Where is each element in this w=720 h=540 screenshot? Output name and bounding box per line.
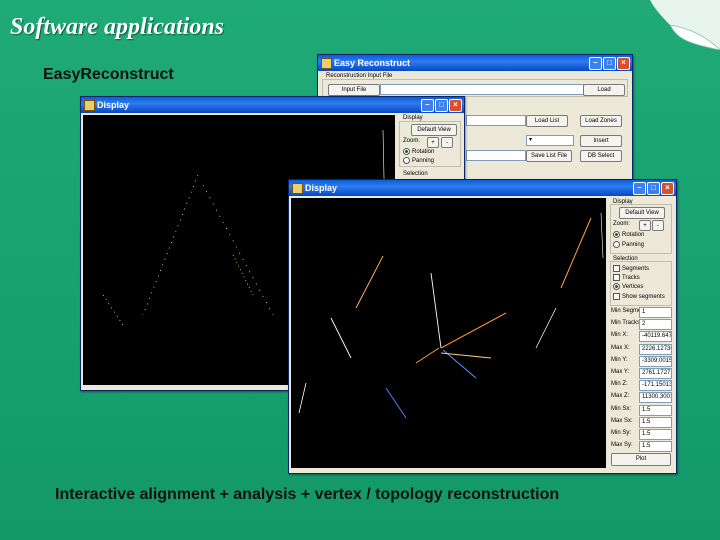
- field-label: Max Z:: [611, 393, 630, 400]
- field-value[interactable]: 11300.3001: [639, 392, 672, 404]
- field-value[interactable]: 1.5: [639, 429, 672, 440]
- field-label: Min X:: [611, 332, 629, 339]
- list-field[interactable]: [466, 115, 526, 126]
- checkbox-icon: [613, 265, 620, 272]
- radio-selected-icon: [613, 283, 620, 290]
- app-icon: [321, 58, 332, 69]
- app-icon: [292, 183, 303, 194]
- option-label: Tracks: [622, 275, 640, 282]
- field-value[interactable]: -3309.0015: [639, 355, 672, 367]
- input-file-button[interactable]: Input File: [328, 84, 380, 96]
- field-label: Min Z:: [611, 381, 628, 388]
- display-canvas[interactable]: [291, 198, 606, 468]
- display-window-front: Display – □ × Display Default View Zoom:…: [288, 179, 677, 474]
- rotation-radio[interactable]: Rotation: [403, 148, 434, 155]
- window-titlebar[interactable]: Display – □ ×: [289, 180, 676, 196]
- window-titlebar[interactable]: Display – □ ×: [81, 97, 464, 113]
- window-title: Display: [97, 100, 130, 110]
- zoom-label: Zoom:: [613, 221, 631, 227]
- field-label: Max Sy:: [611, 442, 633, 449]
- app-icon: [84, 100, 95, 111]
- slide-subtitle: EasyReconstruct: [43, 66, 174, 83]
- minimize-icon[interactable]: –: [633, 182, 646, 195]
- display-group-label: Display: [403, 115, 423, 121]
- field-label: Max Sx:: [611, 417, 633, 424]
- input-file-field[interactable]: [380, 84, 584, 95]
- field-label: Min Y:: [611, 356, 628, 363]
- radio-icon: [403, 157, 410, 164]
- radio-selected-icon: [403, 148, 410, 155]
- field-label: Min Sy:: [611, 430, 632, 436]
- save-list-file-button[interactable]: Save List File: [526, 150, 572, 162]
- radio-icon: [613, 241, 620, 248]
- field-value[interactable]: 1.5: [639, 441, 672, 453]
- default-view-button[interactable]: Default View: [411, 124, 457, 136]
- zoom-out-button[interactable]: -: [652, 220, 664, 231]
- maximize-icon[interactable]: □: [435, 99, 448, 112]
- field-label: Max Y:: [611, 369, 630, 375]
- window-titlebar[interactable]: Easy Reconstruct – □ ×: [318, 55, 632, 71]
- segments-option[interactable]: Segments: [613, 265, 649, 272]
- close-icon[interactable]: ×: [449, 99, 462, 112]
- rotation-label: Rotation: [412, 149, 435, 156]
- field-value[interactable]: 1.5: [639, 416, 672, 428]
- field-value[interactable]: -171.150133: [639, 380, 672, 392]
- default-view-button[interactable]: Default View: [619, 207, 665, 219]
- field-value[interactable]: -40119.64791: [639, 331, 672, 343]
- vertices-option[interactable]: Vertices: [613, 283, 643, 290]
- panning-label: Panning: [412, 158, 435, 165]
- field-label: Max X:: [611, 344, 630, 351]
- panning-radio[interactable]: Panning: [613, 241, 644, 248]
- option-label: Show segments: [622, 294, 665, 301]
- zoom-out-button[interactable]: -: [441, 137, 453, 148]
- page-curl-decoration: [650, 0, 720, 50]
- show-segments-option[interactable]: Show segments: [613, 293, 665, 300]
- panning-label: Panning: [622, 242, 645, 249]
- zoom-in-button[interactable]: +: [639, 220, 651, 231]
- slide-caption: Interactive alignment + analysis + verte…: [55, 486, 560, 503]
- option-label: Segments: [622, 266, 650, 273]
- field-value[interactable]: 1.5: [639, 404, 672, 416]
- checkbox-icon: [613, 293, 620, 300]
- zoom-in-button[interactable]: +: [427, 137, 439, 148]
- rotation-label: Rotation: [622, 232, 645, 239]
- load-button[interactable]: Load: [583, 84, 625, 96]
- field-value[interactable]: 1: [639, 307, 672, 318]
- maximize-icon[interactable]: □: [647, 182, 660, 195]
- minimize-icon[interactable]: –: [589, 57, 602, 70]
- plot-button[interactable]: Plot: [611, 453, 671, 466]
- zoom-label: Zoom:: [403, 138, 421, 144]
- save-field[interactable]: [466, 150, 526, 161]
- slide-title: Software applications: [10, 14, 225, 40]
- field-label: Min Sx:: [611, 405, 632, 412]
- maximize-icon[interactable]: □: [603, 57, 616, 70]
- close-icon[interactable]: ×: [661, 182, 674, 195]
- rotation-radio[interactable]: Rotation: [613, 231, 644, 238]
- close-icon[interactable]: ×: [617, 57, 630, 70]
- window-title: Display: [305, 183, 338, 193]
- minimize-icon[interactable]: –: [421, 99, 434, 112]
- radio-selected-icon: [613, 231, 620, 238]
- dropdown-field[interactable]: ▾: [526, 135, 574, 146]
- panning-radio[interactable]: Panning: [403, 157, 434, 164]
- option-label: Vertices: [622, 284, 644, 291]
- field-label: Min Tracks:: [611, 320, 642, 327]
- insert-button[interactable]: Insert: [580, 135, 622, 147]
- selection-group-label: Selection: [403, 171, 428, 177]
- checkbox-icon: [613, 274, 620, 281]
- field-value[interactable]: 2: [639, 319, 672, 331]
- field-value[interactable]: 2226.12736: [639, 343, 672, 355]
- load-list-button[interactable]: Load List: [526, 115, 568, 127]
- tracks-option[interactable]: Tracks: [613, 274, 640, 281]
- load-zones-button[interactable]: Load Zones: [580, 115, 622, 127]
- db-select-button[interactable]: DB Select: [580, 150, 622, 162]
- vertex-plot: [298, 212, 604, 419]
- window-title: Easy Reconstruct: [334, 58, 411, 68]
- field-value[interactable]: 2761.17271: [639, 368, 672, 379]
